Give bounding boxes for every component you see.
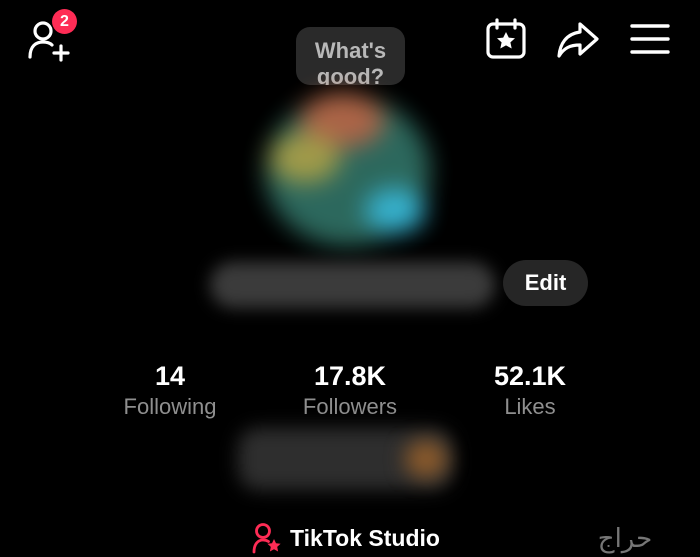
stat-followers[interactable]: 17.8K Followers [265,360,435,422]
studio-person-star-icon [252,523,281,554]
edit-profile-button[interactable]: Edit [503,260,588,306]
following-label: Following [123,394,217,419]
likes-count: 52.1K [493,361,567,391]
tiktok-studio-link[interactable]: TikTok Studio [252,520,440,556]
calendar-star-icon[interactable] [485,18,527,60]
stat-likes[interactable]: 52.1K Likes [445,360,615,422]
followers-count: 17.8K [313,361,387,391]
studio-label: TikTok Studio [290,524,440,551]
haraj-watermark: حراج [560,522,690,556]
stat-following[interactable]: 14 Following [85,360,255,422]
bio-emoji-blurred [405,440,447,478]
followers-label: Followers [302,394,398,419]
menu-icon[interactable] [630,22,670,56]
note-bubble[interactable]: What's good? [296,27,405,85]
share-arrow-icon[interactable] [556,20,600,60]
following-count: 14 [154,361,186,391]
likes-label: Likes [504,394,556,419]
avatar[interactable] [255,88,445,253]
note-text: What's good? [314,38,387,85]
notification-badge: 2 [52,9,77,34]
username-blurred [210,262,495,308]
watermark-text: حراج [597,524,653,554]
